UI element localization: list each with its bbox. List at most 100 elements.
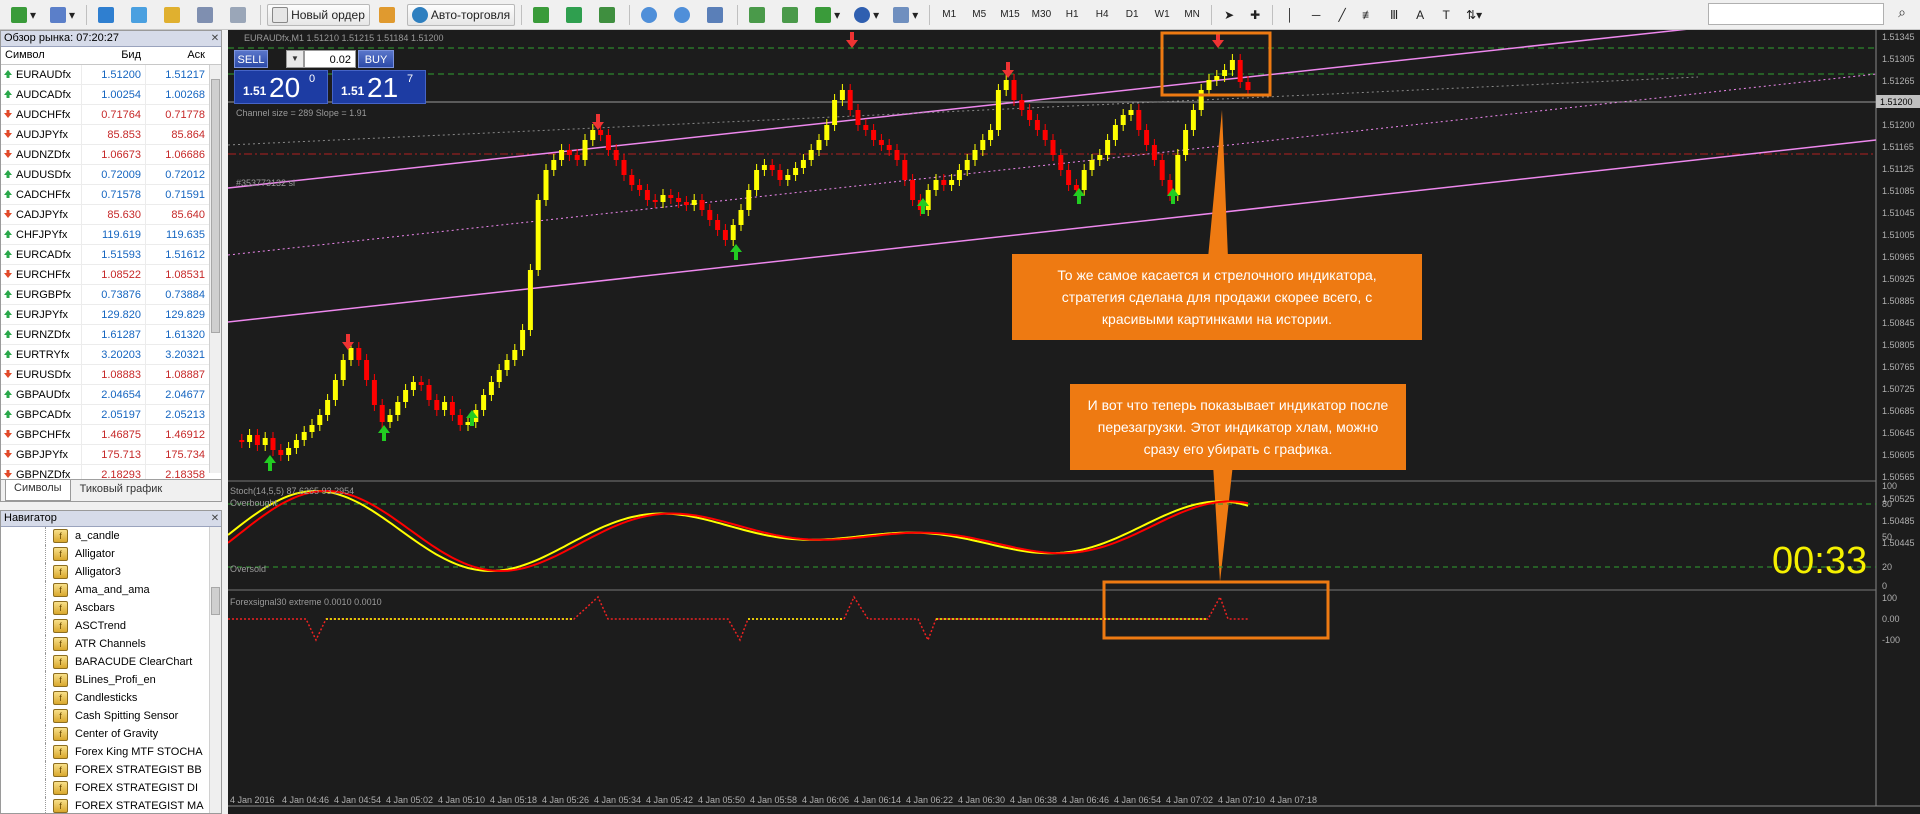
horizontal-line-tool[interactable]: ─ — [1305, 4, 1327, 26]
navigator-indicator-item[interactable]: f BARACUDE ClearChart — [1, 653, 221, 671]
navigator-indicator-item[interactable]: f Ascbars — [1, 599, 221, 617]
market-watch-row[interactable]: GBPCHFfx 1.46875 1.46912 — [1, 425, 221, 445]
navigator-indicator-item[interactable]: f Center of Gravity — [1, 725, 221, 743]
arrows-tool[interactable]: ⇅▾ — [1461, 4, 1487, 26]
crosshair-tool[interactable]: ✚ — [1244, 4, 1266, 26]
tester-toggle[interactable] — [225, 4, 254, 26]
navigator-indicator-item[interactable]: f FOREX STRATEGIST MA — [1, 797, 221, 813]
channel-tool[interactable]: ≢ — [1357, 4, 1379, 26]
market-watch-row[interactable]: CADJPYfx 85.630 85.640 — [1, 205, 221, 225]
sell-button[interactable]: SELL — [234, 50, 268, 68]
market-watch-row[interactable]: EURUSDfx 1.08883 1.08887 — [1, 365, 221, 385]
timeframe-d1[interactable]: D1 — [1119, 5, 1145, 25]
text-label-tool[interactable]: T — [1435, 4, 1457, 26]
periods-button[interactable]: ▾ — [849, 4, 884, 26]
search-input[interactable] — [1708, 3, 1884, 25]
market-watch-row[interactable]: AUDCHFfx 0.71764 0.71778 — [1, 105, 221, 125]
templates-button[interactable]: ▾ — [888, 4, 923, 26]
market-watch-row[interactable]: AUDUSDfx 0.72009 0.72012 — [1, 165, 221, 185]
timeframe-m15[interactable]: M15 — [996, 5, 1023, 25]
market-watch-row[interactable]: EURGBPfx 0.73876 0.73884 — [1, 285, 221, 305]
buy-button[interactable]: BUY — [358, 50, 394, 68]
tab-symbols[interactable]: Символы — [5, 480, 71, 501]
navigator-indicator-item[interactable]: f Alligator3 — [1, 563, 221, 581]
lot-input[interactable]: 0.02 — [304, 50, 356, 68]
column-bid[interactable]: Бид — [81, 47, 145, 64]
lot-dropdown[interactable]: ▼ — [286, 50, 304, 68]
terminal-toggle[interactable] — [192, 4, 221, 26]
line-chart-button[interactable] — [594, 4, 623, 26]
market-watch-row[interactable]: EURAUDfx 1.51200 1.51217 — [1, 65, 221, 85]
market-watch-row[interactable]: AUDCADfx 1.00254 1.00268 — [1, 85, 221, 105]
new-chart-button[interactable]: ▾ — [6, 4, 41, 26]
autoscroll-button[interactable] — [777, 4, 806, 26]
market-watch-row[interactable]: CHFJPYfx 119.619 119.635 — [1, 225, 221, 245]
close-icon[interactable]: ✕ — [209, 31, 221, 46]
close-icon[interactable]: ✕ — [209, 511, 221, 526]
profiles-button[interactable]: ▾ — [45, 4, 80, 26]
market-watch-row[interactable]: EURCHFfx 1.08522 1.08531 — [1, 265, 221, 285]
fibonacci-tool[interactable]: Ⅲ — [1383, 4, 1405, 26]
indicators-button[interactable]: ▾ — [810, 4, 845, 26]
timeframe-mn[interactable]: MN — [1179, 5, 1205, 25]
zoom-out-button[interactable] — [669, 4, 698, 26]
timeframe-h1[interactable]: H1 — [1059, 5, 1085, 25]
navigator-indicator-item[interactable]: f Candlesticks — [1, 689, 221, 707]
bar-chart-button[interactable] — [528, 4, 557, 26]
navigator-indicator-item[interactable]: f Ama_and_ama — [1, 581, 221, 599]
text-icon: A — [1416, 7, 1425, 22]
market-watch-row[interactable]: CADCHFfx 0.71578 0.71591 — [1, 185, 221, 205]
market-watch-row[interactable]: EURCADfx 1.51593 1.51612 — [1, 245, 221, 265]
market-watch-row[interactable]: AUDNZDfx 1.06673 1.06686 — [1, 145, 221, 165]
data-window-toggle[interactable] — [126, 4, 155, 26]
navigator-indicator-item[interactable]: f ASCTrend — [1, 617, 221, 635]
tab-tick-chart[interactable]: Тиковый график — [71, 480, 172, 501]
market-watch-row[interactable]: EURJPYfx 129.820 129.829 — [1, 305, 221, 325]
timeframe-w1[interactable]: W1 — [1149, 5, 1175, 25]
market-watch-row[interactable]: EURNZDfx 1.61287 1.61320 — [1, 325, 221, 345]
navigator-indicator-item[interactable]: f BLines_Profi_en — [1, 671, 221, 689]
navigator-indicator-item[interactable]: f FOREX STRATEGIST BB — [1, 761, 221, 779]
navigator-indicator-item[interactable]: f ATR Channels — [1, 635, 221, 653]
zoom-in-button[interactable] — [636, 4, 665, 26]
timeframe-m1[interactable]: M1 — [936, 5, 962, 25]
chart-shift-button[interactable] — [744, 4, 773, 26]
navigator-indicator-item[interactable]: f Alligator — [1, 545, 221, 563]
new-order-button[interactable]: Новый ордер — [267, 3, 370, 26]
ask-cell: 119.635 — [145, 225, 209, 244]
market-watch-row[interactable]: GBPJPYfx 175.713 175.734 — [1, 445, 221, 465]
scrollbar-thumb[interactable] — [211, 79, 220, 333]
scrollbar-thumb[interactable] — [211, 587, 220, 615]
trendline-tool[interactable]: ╱ — [1331, 4, 1353, 26]
buy-price-button[interactable]: 1.51 21 7 — [332, 70, 426, 104]
timeframe-h4[interactable]: H4 — [1089, 5, 1115, 25]
vertical-line-tool[interactable]: │ — [1279, 4, 1301, 26]
sell-price-button[interactable]: 1.51 20 0 — [234, 70, 328, 104]
column-ask[interactable]: Аск — [145, 47, 209, 64]
navigator-toggle[interactable] — [159, 4, 188, 26]
search-icon[interactable]: ⌕ — [1892, 4, 1912, 24]
cursor-tool[interactable]: ➤ — [1218, 4, 1240, 26]
timeframe-m30[interactable]: M30 — [1028, 5, 1055, 25]
column-symbol[interactable]: Символ — [1, 47, 81, 64]
candle-chart-button[interactable] — [561, 4, 590, 26]
market-watch-row[interactable]: GBPCADfx 2.05197 2.05213 — [1, 405, 221, 425]
navigator-indicator-item[interactable]: f Cash Spitting Sensor — [1, 707, 221, 725]
metaeditor-button[interactable] — [374, 4, 403, 26]
price-chart[interactable]: 1.513451.513051.512651.512251.512001.511… — [228, 30, 1920, 814]
market-watch-row[interactable]: GBPAUDfx 2.04654 2.04677 — [1, 385, 221, 405]
timeframe-m5[interactable]: M5 — [966, 5, 992, 25]
market-watch-scrollbar[interactable] — [209, 65, 221, 473]
tile-windows-button[interactable] — [702, 4, 731, 26]
market-watch-toggle[interactable] — [93, 4, 122, 26]
market-watch-panel: Обзор рынка: 07:20:27 ✕ Символ Бид Аск E… — [0, 30, 222, 502]
market-watch-row[interactable]: AUDJPYfx 85.853 85.864 — [1, 125, 221, 145]
navigator-indicator-item[interactable]: f FOREX STRATEGIST DI — [1, 779, 221, 797]
navigator-scrollbar[interactable] — [209, 527, 221, 813]
navigator-indicator-item[interactable]: f Forex King MTF STOCHA — [1, 743, 221, 761]
ask-cell: 1.51217 — [145, 65, 209, 84]
text-tool[interactable]: A — [1409, 4, 1431, 26]
market-watch-row[interactable]: EURTRYfx 3.20203 3.20321 — [1, 345, 221, 365]
autotrading-button[interactable]: Авто-торговля — [406, 3, 516, 26]
navigator-indicator-item[interactable]: f a_candle — [1, 527, 221, 545]
